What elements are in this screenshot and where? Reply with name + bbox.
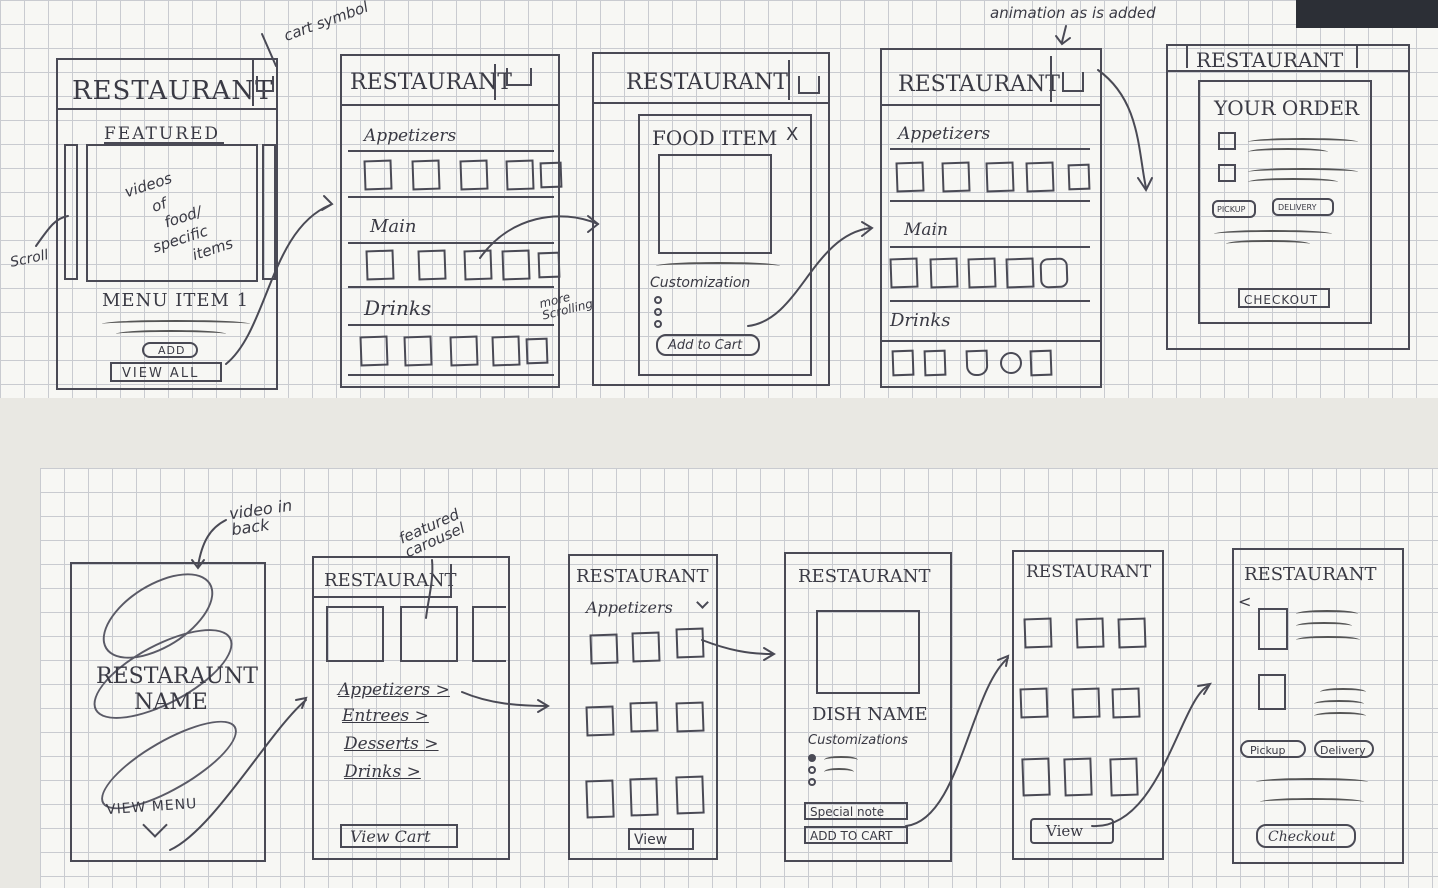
flow-arrow [169, 699, 307, 851]
flow-arrows [35, 25, 1212, 851]
flow-arrow [1061, 25, 1067, 43]
flow-arrow [425, 559, 434, 619]
flow-arrow [35, 215, 69, 247]
flow-arrow [479, 215, 599, 259]
flow-arrow [747, 227, 871, 327]
flow-arrow [701, 639, 773, 655]
flow-arrow [1097, 69, 1147, 189]
arrow-head-icon [997, 654, 1010, 667]
flow-arrow [261, 33, 277, 67]
flow-arrow [461, 691, 547, 707]
flow-arrow [225, 204, 331, 365]
flow-arrow [905, 657, 1009, 827]
flow-arrow [197, 519, 227, 567]
flow-arrow [1091, 685, 1209, 828]
arrow-head-icon [295, 696, 308, 709]
arrow-head-icon [587, 215, 600, 233]
